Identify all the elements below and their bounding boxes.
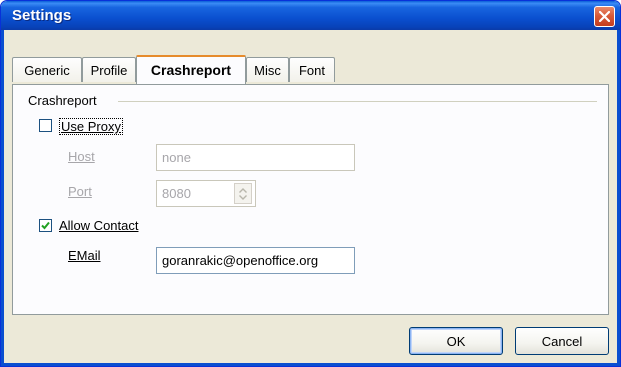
window-frame-left <box>1 30 4 366</box>
cancel-button[interactable]: Cancel <box>515 327 609 355</box>
email-input[interactable]: goranrakic@openoffice.org <box>156 247 355 274</box>
port-spin-down[interactable] <box>235 194 251 203</box>
tab-generic[interactable]: Generic <box>12 57 82 82</box>
close-button[interactable] <box>594 6 615 27</box>
chevron-up-icon <box>239 188 247 193</box>
tab-profile[interactable]: Profile <box>82 57 136 82</box>
checkmark-icon <box>41 221 50 230</box>
use-proxy-label[interactable]: Use Proxy <box>59 118 123 135</box>
title-bar[interactable]: Settings <box>1 1 620 30</box>
chevron-down-icon <box>239 195 247 200</box>
host-input[interactable]: none <box>156 144 355 171</box>
port-spin-buttons[interactable] <box>234 183 252 204</box>
email-label: EMail <box>68 248 101 263</box>
window-title: Settings <box>12 7 72 24</box>
window-frame-bottom <box>1 363 620 366</box>
settings-dialog: Settings Generic Profile Crashreport Mis… <box>0 0 621 367</box>
tab-font[interactable]: Font <box>289 57 335 82</box>
allow-contact-checkbox[interactable] <box>39 219 52 232</box>
ok-button[interactable]: OK <box>409 327 503 355</box>
group-divider <box>118 101 597 102</box>
tab-misc[interactable]: Misc <box>246 57 289 82</box>
port-label: Port <box>68 184 92 199</box>
group-label-crashreport: Crashreport <box>28 93 97 108</box>
close-icon <box>599 11 610 22</box>
window-frame-right <box>617 30 620 366</box>
allow-contact-label[interactable]: Allow Contact <box>59 218 138 233</box>
use-proxy-checkbox[interactable] <box>39 119 52 132</box>
tab-crashreport[interactable]: Crashreport <box>136 55 246 84</box>
host-label: Host <box>68 149 95 164</box>
port-spin-up[interactable] <box>235 185 251 194</box>
